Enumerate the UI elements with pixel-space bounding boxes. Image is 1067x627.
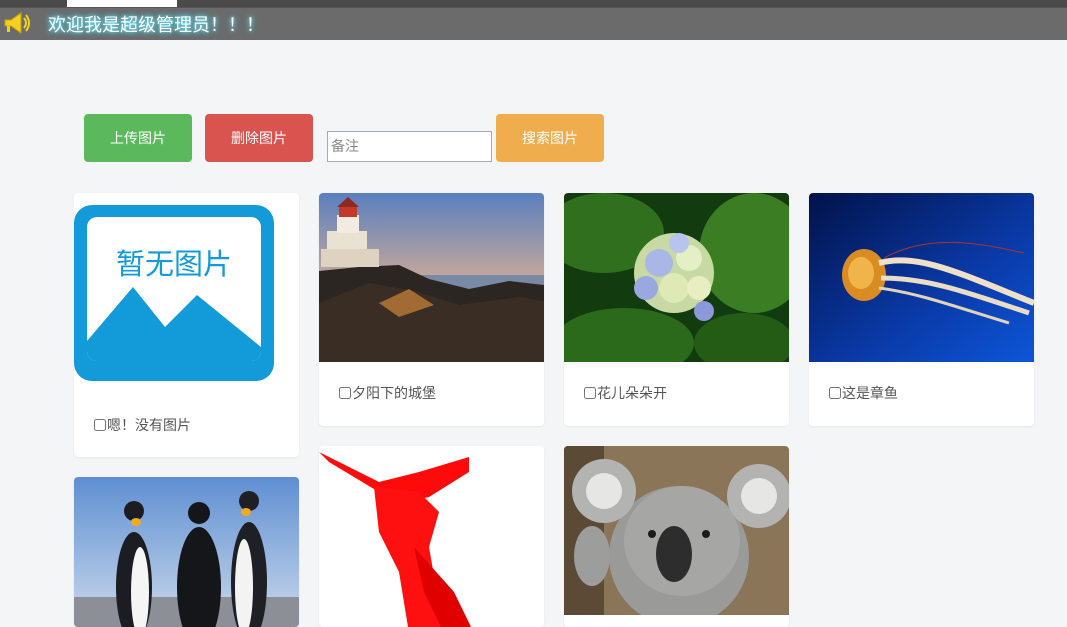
select-checkbox[interactable] (94, 419, 106, 431)
no-image-placeholder: 暂无图片 (74, 205, 274, 381)
lighthouse-photo (319, 193, 544, 362)
upload-image-button[interactable]: 上传图片 (84, 114, 192, 162)
no-image-frame: 暂无图片 (87, 217, 261, 361)
welcome-text: 欢迎我是超级管理员！！！ (48, 15, 264, 36)
image-caption[interactable]: 夕阳下的城堡 (339, 383, 436, 403)
image-card-lighthouse[interactable]: 夕阳下的城堡 (319, 193, 544, 426)
delete-image-button[interactable]: 删除图片 (205, 114, 313, 162)
top-strip (0, 0, 1067, 7)
welcome-banner: 欢迎我是超级管理员！！！ (0, 7, 1067, 40)
search-image-button[interactable]: 搜索图片 (496, 114, 604, 162)
select-checkbox[interactable] (584, 387, 596, 399)
caption-text: 夕阳下的城堡 (352, 386, 436, 402)
mountain-icon (87, 287, 261, 361)
image-card-hydrangea[interactable]: 花儿朵朵开 (564, 193, 789, 426)
jellyfish-photo (809, 193, 1034, 362)
image-card-jellyfish[interactable]: 这是章鱼 (809, 193, 1034, 426)
koala-photo (564, 446, 789, 615)
image-card-no-image[interactable]: 暂无图片 嗯！没有图片 (74, 193, 299, 457)
image-card-red-scarf[interactable] (319, 446, 544, 627)
caption-text: 嗯！没有图片 (107, 418, 191, 434)
image-caption[interactable]: 嗯！没有图片 (94, 415, 191, 435)
megaphone-icon (4, 12, 30, 34)
image-caption[interactable]: 这是章鱼 (829, 383, 898, 403)
penguins-photo (74, 477, 299, 627)
select-checkbox[interactable] (339, 387, 351, 399)
image-caption[interactable]: 花儿朵朵开 (584, 383, 667, 403)
top-tab[interactable] (67, 0, 177, 7)
image-card-penguins[interactable] (74, 477, 299, 627)
caption-text: 这是章鱼 (842, 386, 898, 402)
image-card-koala[interactable] (564, 446, 789, 627)
red-scarf-photo (319, 452, 544, 627)
select-checkbox[interactable] (829, 387, 841, 399)
caption-text: 花儿朵朵开 (597, 386, 667, 402)
note-input[interactable] (327, 131, 492, 162)
hydrangea-photo (564, 193, 789, 362)
